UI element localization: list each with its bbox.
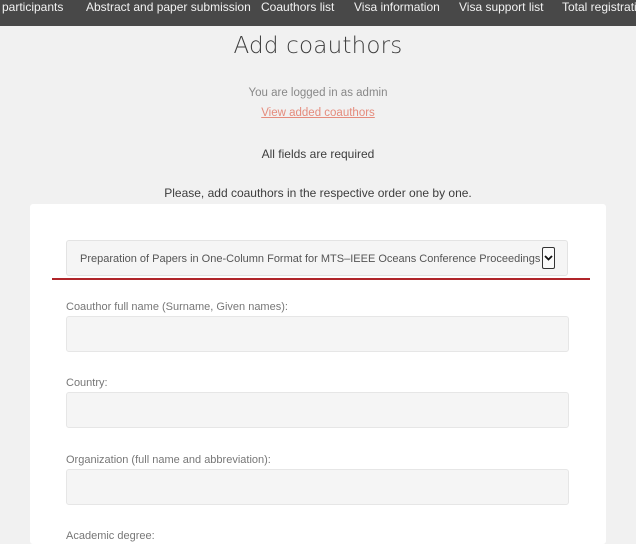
coauthor-name-input[interactable] <box>66 316 569 352</box>
instruction-text: Please, add coauthors in the respective … <box>164 186 472 200</box>
organization-label: Organization (full name and abbreviation… <box>66 454 271 466</box>
paper-select[interactable]: Preparation of Papers in One-Column Form… <box>66 240 568 276</box>
coauthor-name-label: Coauthor full name (Surname, Given names… <box>66 301 288 313</box>
top-navigation: participants Abstract and paper submissi… <box>0 0 636 26</box>
nav-item-abstract-submission[interactable]: Abstract and paper submission <box>86 0 251 14</box>
chevron-down-icon[interactable] <box>542 247 555 269</box>
organization-input[interactable] <box>66 469 569 505</box>
page-title: Add coauthors <box>233 33 403 59</box>
coauthor-form-card: Preparation of Papers in One-Column Form… <box>30 204 606 544</box>
country-input[interactable] <box>66 392 569 428</box>
view-added-coauthors-link[interactable]: View added coauthors <box>261 107 375 119</box>
accent-divider <box>52 278 590 280</box>
nav-item-coauthors-list[interactable]: Coauthors list <box>261 0 334 14</box>
view-added-coauthors-container: View added coauthors <box>0 107 636 119</box>
paper-select-value: Preparation of Papers in One-Column Form… <box>80 253 541 265</box>
nav-item-participants[interactable]: participants <box>2 0 63 14</box>
nav-item-visa-information[interactable]: Visa information <box>354 0 440 14</box>
nav-item-visa-support-list[interactable]: Visa support list <box>459 0 544 14</box>
logged-in-status: You are logged in as admin <box>248 87 388 99</box>
required-fields-note: All fields are required <box>261 147 375 161</box>
academic-degree-label: Academic degree: <box>66 530 155 542</box>
nav-item-total-registration[interactable]: Total registratio <box>562 0 636 14</box>
country-label: Country: <box>66 377 108 389</box>
